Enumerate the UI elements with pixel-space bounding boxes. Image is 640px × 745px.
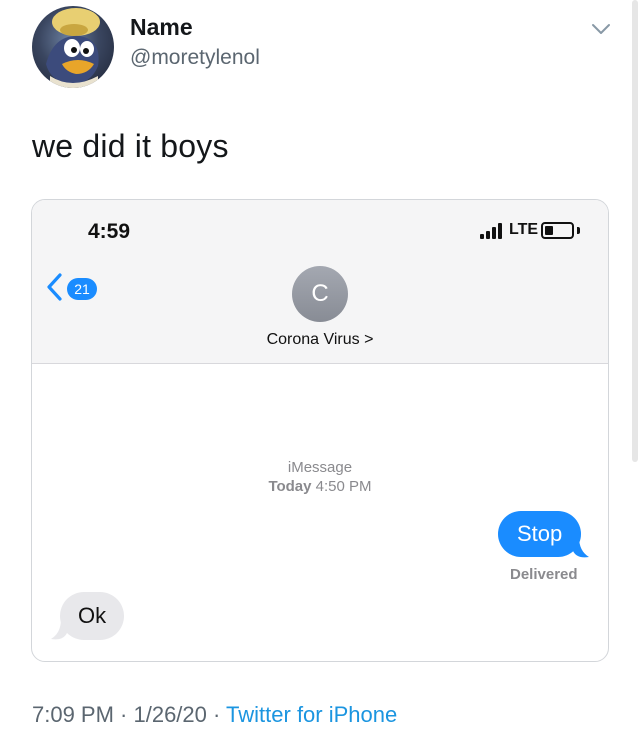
- thread-date: Today 4:50 PM: [32, 477, 608, 496]
- tweet-timestamp: 7:09 PM · 1/26/20 · Twitter for iPhone: [32, 702, 397, 728]
- network-label: LTE: [509, 221, 539, 238]
- service-label: iMessage: [287, 459, 353, 476]
- scrollbar[interactable]: [632, 0, 638, 462]
- contact-avatar[interactable]: C: [292, 266, 348, 322]
- tweet-header: Name @moretylenol: [0, 0, 640, 110]
- tweet-text: we did it boys: [32, 128, 229, 164]
- delivery-status: Delivered: [510, 566, 578, 583]
- battery-nub: [577, 227, 580, 234]
- author-handle[interactable]: @moretylenol: [130, 46, 260, 70]
- back-chevron-icon[interactable]: [44, 272, 64, 302]
- unread-count-badge[interactable]: 21: [67, 278, 97, 300]
- thread-date-day: Today: [268, 478, 312, 495]
- signal-icon: [480, 223, 506, 239]
- thread-date-time: 4:50 PM: [315, 478, 372, 495]
- status-time: 4:59: [88, 220, 131, 243]
- avatar[interactable]: [32, 6, 114, 88]
- thread-meta: iMessage Today 4:50 PM: [32, 458, 608, 496]
- author-name[interactable]: Name: [130, 14, 193, 41]
- source-link[interactable]: Twitter for iPhone: [226, 702, 397, 727]
- message-bubble-incoming[interactable]: Ok: [60, 592, 125, 640]
- avatar-image: [46, 8, 100, 88]
- contact-name[interactable]: Corona Virus >: [32, 331, 608, 349]
- battery-icon: [541, 222, 574, 239]
- chevron-down-icon[interactable]: [590, 18, 612, 40]
- imessage-header: 4:59 LTE 21 C Corona Virus >: [32, 200, 608, 364]
- message-bubble-outgoing[interactable]: Stop: [498, 511, 582, 557]
- timestamp-text[interactable]: 7:09 PM · 1/26/20 ·: [32, 702, 226, 727]
- media-card[interactable]: 4:59 LTE 21 C Corona Virus > iMessage To…: [31, 199, 609, 662]
